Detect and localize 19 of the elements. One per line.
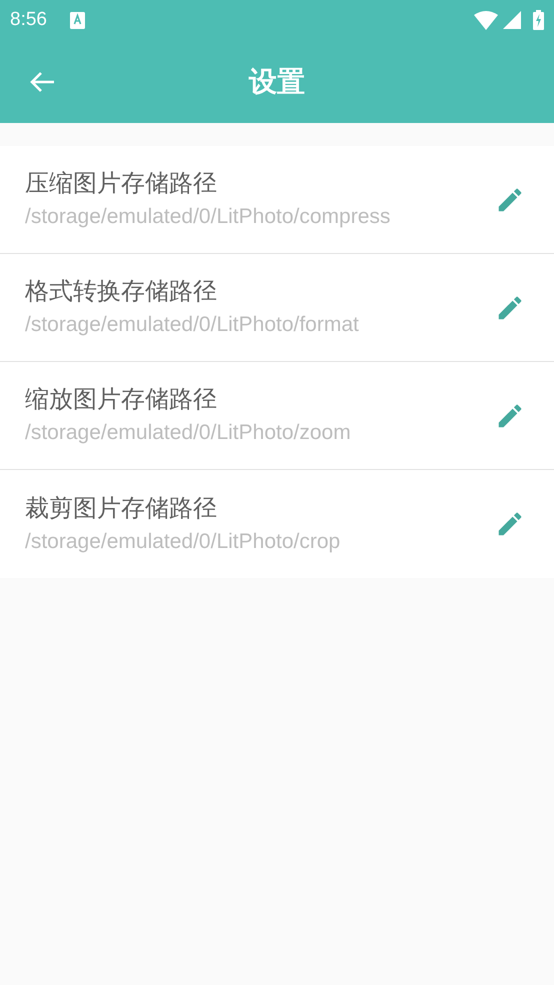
setting-title: 压缩图片存储路径 [25,168,218,199]
battery-icon [533,10,544,30]
setting-path: /storage/emulated/0/LitPhoto/format [25,312,360,338]
setting-path: /storage/emulated/0/LitPhoto/crop [25,528,342,554]
setting-row[interactable]: 缩放图片存储路径 /storage/emulated/0/LitPhoto/zoom [0,362,554,470]
back-arrow-icon [29,70,55,94]
setting-path: /storage/emulated/0/LitPhoto/compress [25,204,392,230]
keyboard-app-icon [70,12,85,28]
wifi-icon [474,10,498,30]
setting-row[interactable]: 格式转换存储路径 /storage/emulated/0/LitPhoto/format [0,254,554,362]
setting-title: 格式转换存储路径 [25,276,218,307]
setting-path: /storage/emulated/0/LitPhoto/zoom [25,420,352,446]
setting-row[interactable]: 裁剪图片存储路径 /storage/emulated/0/LitPhoto/crop [0,470,554,578]
setting-title: 裁剪图片存储路径 [25,492,218,524]
status-time: 8:56 [10,8,47,32]
signal-icon [503,11,521,29]
toolbar-title: 设置 [249,64,305,100]
setting-title: 缩放图片存储路径 [25,384,218,415]
setting-row[interactable]: 压缩图片存储路径 /storage/emulated/0/LitPhoto/compress [0,146,554,254]
